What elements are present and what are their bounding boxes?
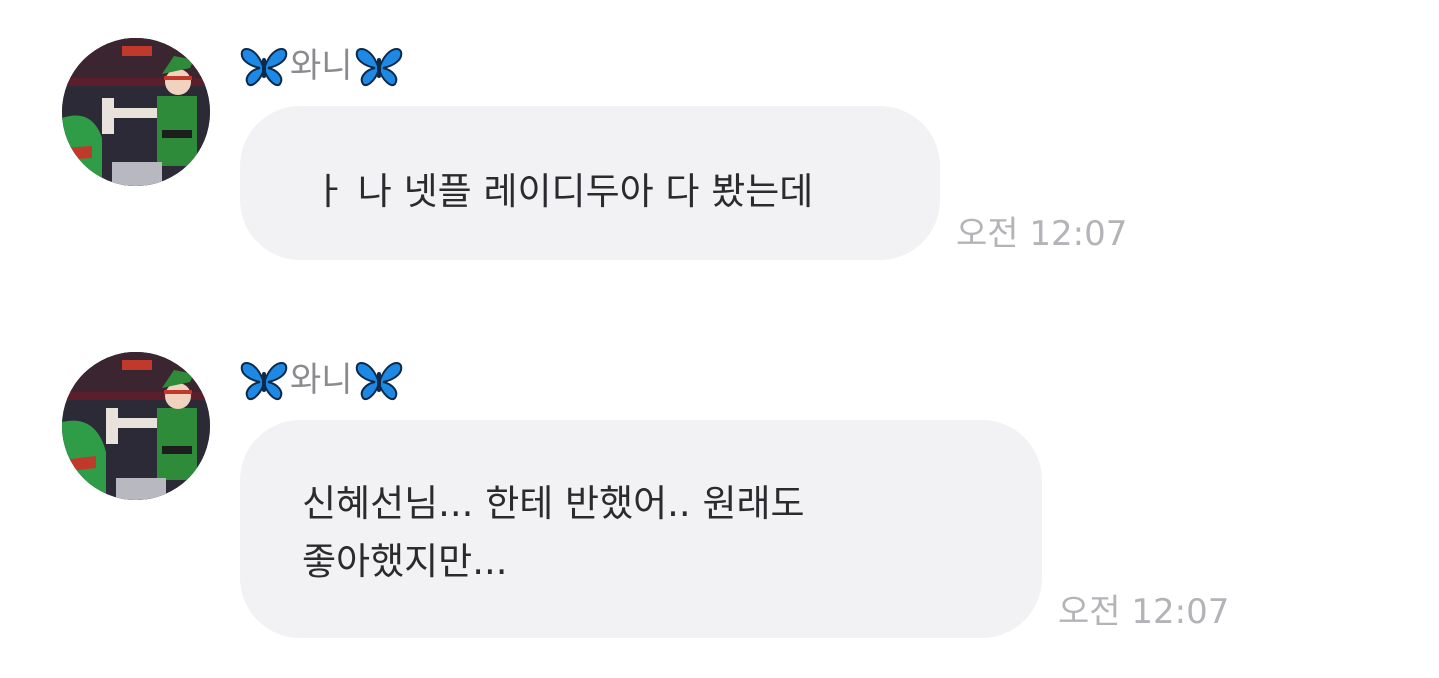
message-bubble[interactable]: 신혜선님... 한테 반했어.. 원래도 좋아했지만... [240, 420, 1042, 638]
message-text: ㅏ 나 넷플 레이디두아 다 봤는데 [312, 170, 814, 213]
message-text: 신혜선님... 한테 반했어.. 원래도 좋아했지만... [302, 482, 805, 583]
blue-butterfly-icon [240, 358, 288, 402]
message-timestamp: 오전 12:07 [956, 214, 1128, 254]
chat-thread: 와니 ㅏ 나 넷플 레이디두아 다 봤는데 오전 12:07 와니 신혜선님..… [0, 0, 1439, 678]
blue-butterfly-icon [355, 44, 403, 88]
blue-butterfly-icon [355, 358, 403, 402]
message-bubble[interactable]: ㅏ 나 넷플 레이디두아 다 봤는데 [240, 106, 940, 260]
sender-name: 와니 [290, 46, 353, 86]
avatar[interactable] [62, 352, 210, 500]
avatar-image [62, 352, 210, 500]
blue-butterfly-icon [240, 44, 288, 88]
sender-line: 와니 [240, 42, 403, 90]
avatar[interactable] [62, 38, 210, 186]
sender-line: 와니 [240, 356, 403, 404]
message-timestamp: 오전 12:07 [1058, 592, 1230, 632]
sender-name: 와니 [290, 360, 353, 400]
avatar-image [62, 38, 210, 186]
